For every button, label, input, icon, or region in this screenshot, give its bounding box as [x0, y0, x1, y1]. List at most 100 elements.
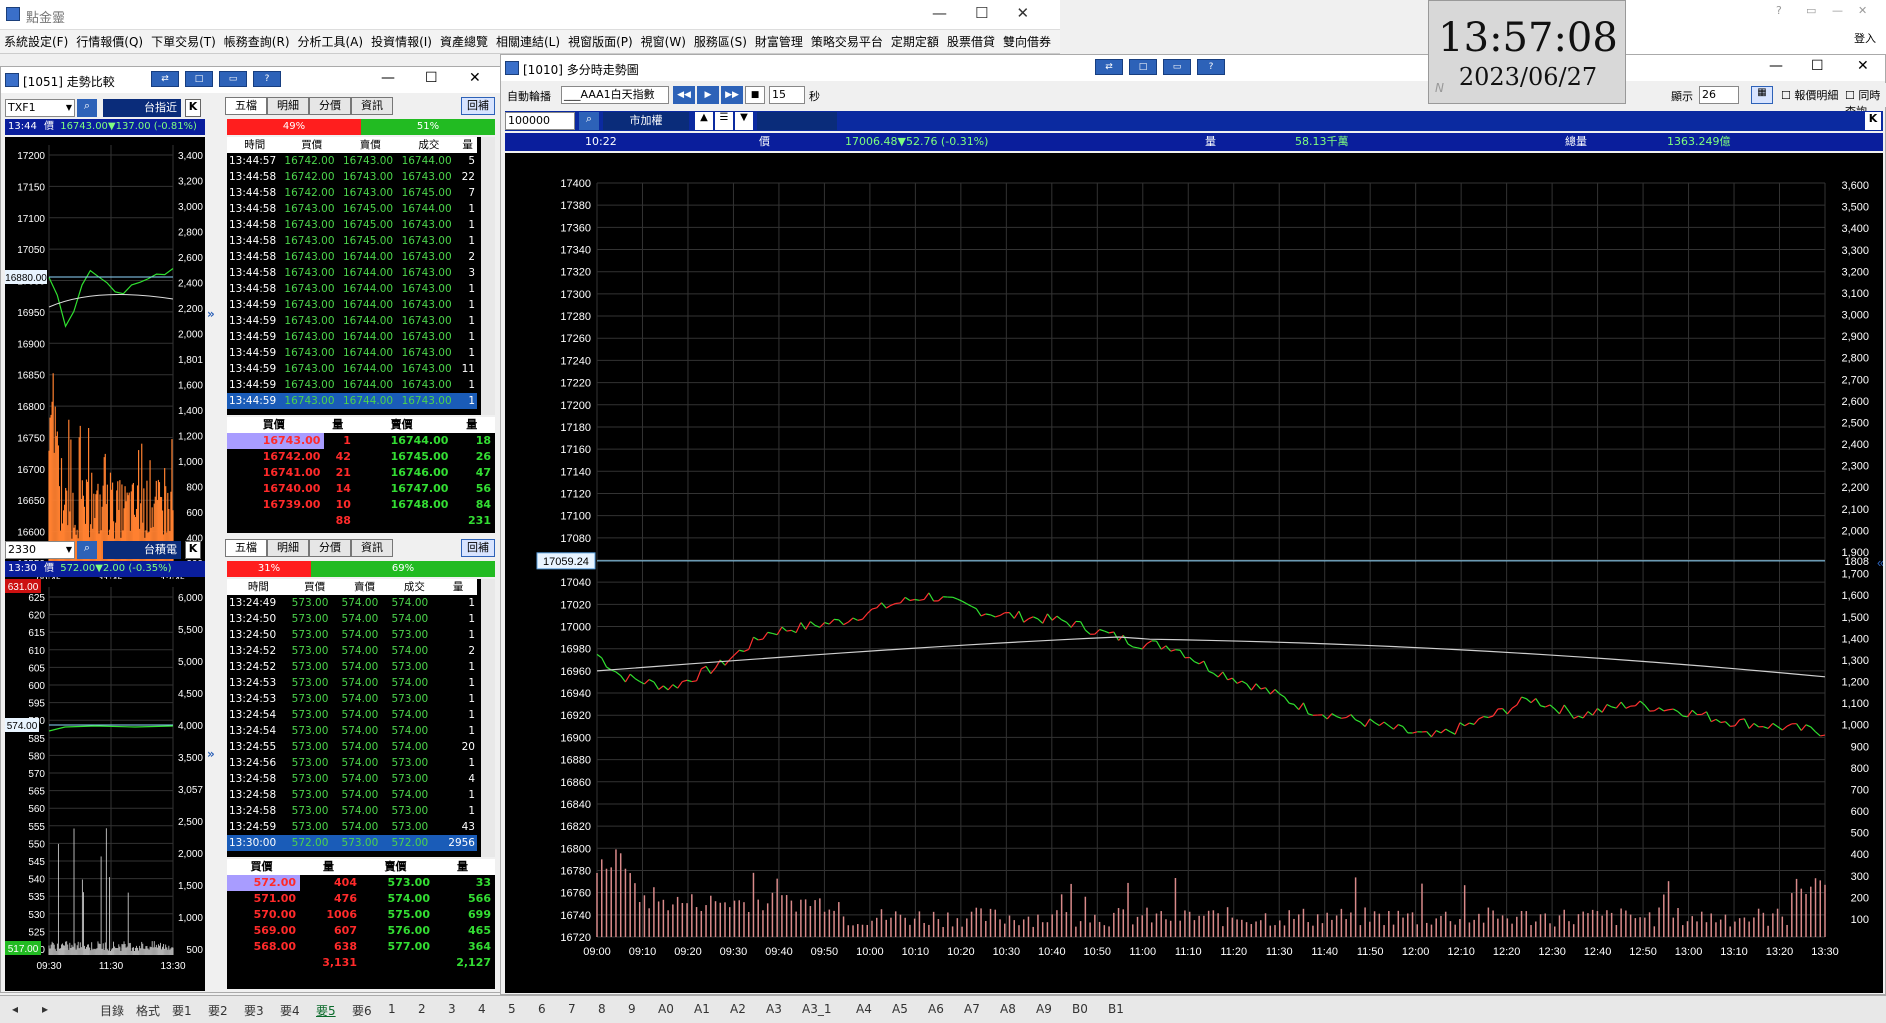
sheet-tab[interactable]: 8: [598, 1002, 606, 1016]
sheet-tab[interactable]: A9: [1036, 1002, 1052, 1016]
table-row[interactable]: 13:44:58 16743.00 16744.00 16743.00 2: [227, 249, 477, 265]
book-row[interactable]: 16739.00 10 16748.00 84: [227, 497, 495, 513]
menu-item[interactable]: 下單交易(T): [147, 33, 220, 50]
scroll-left-icon[interactable]: ◂: [12, 1002, 18, 1016]
tab-1[interactable]: 明細: [267, 97, 309, 115]
symbol-select-top[interactable]: TXF1 ▼: [5, 99, 75, 117]
restore-icon[interactable]: ▭: [1806, 4, 1816, 17]
layout-button[interactable]: ▭: [219, 71, 247, 87]
table-row[interactable]: 13:24:53 573.00 574.00 573.00 1: [227, 691, 477, 707]
tab-0[interactable]: 五檔: [225, 539, 267, 557]
book-row[interactable]: 572.00 404 573.00 33: [227, 875, 495, 891]
menu-item[interactable]: 定期定額: [887, 33, 943, 50]
sheet-tab[interactable]: A2: [730, 1002, 746, 1016]
book-row[interactable]: 568.00 638 577.00 364: [227, 939, 495, 955]
sheet-tab[interactable]: 3: [448, 1002, 456, 1016]
book-row[interactable]: 16740.00 14 16747.00 56: [227, 481, 495, 497]
close-icon[interactable]: ✕: [469, 70, 481, 86]
table-row[interactable]: 13:44:59 16743.00 16744.00 16743.00 1: [227, 297, 477, 313]
table-row[interactable]: 13:24:58 573.00 574.00 574.00 1: [227, 787, 477, 803]
maximize-icon[interactable]: ☐: [975, 4, 988, 22]
scroll-right-icon[interactable]: ▸: [42, 1002, 48, 1016]
menu-item[interactable]: 服務區(S): [690, 33, 751, 50]
maximize-icon[interactable]: ☐: [1811, 58, 1824, 74]
login-link[interactable]: 登入: [1854, 30, 1876, 46]
sheet-tab[interactable]: 7: [568, 1002, 576, 1016]
table-row[interactable]: 13:44:58 16743.00 16745.00 16743.00 1: [227, 233, 477, 249]
search-icon[interactable]: ⌕: [77, 541, 97, 559]
minimize-icon[interactable]: —: [932, 4, 947, 22]
sheet-tab[interactable]: A5: [892, 1002, 908, 1016]
layout-button[interactable]: ▭: [1163, 59, 1191, 75]
tab-2[interactable]: 分價: [309, 539, 351, 557]
show-count-input[interactable]: 26: [1699, 86, 1739, 104]
sheet-tab[interactable]: A8: [1000, 1002, 1016, 1016]
menu-item[interactable]: 策略交易平台: [807, 33, 887, 50]
chevron-down-icon[interactable]: ▼: [735, 112, 753, 130]
table-row[interactable]: 13:24:59 573.00 574.00 573.00 43: [227, 819, 477, 835]
sheet-tab[interactable]: 格式: [136, 1002, 160, 1019]
sheet-tab[interactable]: 4: [478, 1002, 486, 1016]
link-button[interactable]: ⇄: [151, 71, 179, 87]
sheet-tab[interactable]: 要3: [244, 1002, 264, 1019]
table-row[interactable]: 13:44:59 16743.00 16744.00 16743.00 1: [227, 313, 477, 329]
table-row[interactable]: 13:44:58 16743.00 16744.00 16743.00 1: [227, 281, 477, 297]
table-row[interactable]: 13:44:58 16743.00 16745.00 16743.00 1: [227, 217, 477, 233]
sheet-tab[interactable]: 2: [418, 1002, 426, 1016]
book-row[interactable]: 569.00 607 576.00 465: [227, 923, 495, 939]
book-row[interactable]: 16743.00 1 16744.00 18: [227, 433, 495, 449]
menu-item[interactable]: 財富管理: [751, 33, 807, 50]
return-button[interactable]: 回補: [461, 539, 495, 557]
table-row[interactable]: 13:24:50 573.00 574.00 573.00 1: [227, 627, 477, 643]
close-icon[interactable]: ✕: [1858, 4, 1867, 17]
interval-input[interactable]: 15: [769, 86, 805, 104]
table-row[interactable]: 13:44:59 16743.00 16744.00 16743.00 11: [227, 361, 477, 377]
tab-0[interactable]: 五檔: [225, 97, 267, 115]
close-icon[interactable]: ✕: [1857, 58, 1869, 74]
menu-item[interactable]: 雙向借券: [999, 33, 1055, 50]
quote-detail-checkbox[interactable]: ☐ 報價明細: [1781, 87, 1838, 103]
minimize-icon[interactable]: —: [1832, 4, 1843, 17]
grid-icon[interactable]: ▦: [1751, 86, 1773, 104]
menu-item[interactable]: 股票借貸: [943, 33, 999, 50]
table-row[interactable]: 13:24:52 573.00 574.00 574.00 2: [227, 643, 477, 659]
table-row[interactable]: 13:44:58 16743.00 16745.00 16744.00 1: [227, 201, 477, 217]
tab-3[interactable]: 資訊: [351, 97, 393, 115]
book-row[interactable]: 571.00 476 574.00 566: [227, 891, 495, 907]
sheet-tab[interactable]: A6: [928, 1002, 944, 1016]
minimize-icon[interactable]: —: [381, 70, 395, 86]
sheet-tab[interactable]: 6: [538, 1002, 546, 1016]
table-row[interactable]: 13:24:54 573.00 574.00 574.00 1: [227, 707, 477, 723]
code-select[interactable]: 100000: [505, 112, 575, 130]
minimize-icon[interactable]: —: [1769, 58, 1783, 74]
link-button[interactable]: ⇄: [1095, 59, 1123, 75]
maximize-icon[interactable]: ☐: [425, 70, 438, 86]
book-row[interactable]: 570.00 1006 575.00 699: [227, 907, 495, 923]
tab-3[interactable]: 資訊: [351, 539, 393, 557]
tab-1[interactable]: 明細: [267, 539, 309, 557]
sheet-tab[interactable]: 9: [628, 1002, 636, 1016]
sheet-tab[interactable]: 1: [388, 1002, 396, 1016]
help-button[interactable]: ?: [1197, 59, 1225, 75]
table-row[interactable]: 13:24:53 573.00 574.00 574.00 1: [227, 675, 477, 691]
sheet-tab[interactable]: 要6: [352, 1002, 372, 1019]
stop-button[interactable]: ■: [745, 86, 765, 104]
table-row[interactable]: 13:44:58 16743.00 16744.00 16743.00 3: [227, 265, 477, 281]
search-icon[interactable]: ⌕: [77, 99, 97, 117]
sheet-tab[interactable]: B0: [1072, 1002, 1088, 1016]
menu-item[interactable]: 系統設定(F): [0, 33, 72, 50]
sheet-tab[interactable]: A3_1: [802, 1002, 831, 1016]
sheet-tab[interactable]: A1: [694, 1002, 710, 1016]
scrollbar[interactable]: [481, 579, 495, 857]
table-row[interactable]: 13:24:54 573.00 574.00 574.00 1: [227, 723, 477, 739]
table-row[interactable]: 13:24:58 573.00 574.00 573.00 1: [227, 803, 477, 819]
table-row[interactable]: 13:44:58 16742.00 16743.00 16743.00 22: [227, 169, 477, 185]
window-button[interactable]: □: [185, 71, 213, 87]
menu-item[interactable]: 視窗版面(P): [564, 33, 637, 50]
expand-icon[interactable]: »: [207, 307, 219, 327]
sheet-tab[interactable]: A0: [658, 1002, 674, 1016]
symbol-select-bottom[interactable]: 2330 ▼: [5, 541, 75, 559]
rewind-button[interactable]: ◀◀: [673, 86, 695, 104]
k-button[interactable]: K: [185, 99, 201, 117]
search-icon[interactable]: ⌕: [579, 112, 599, 130]
